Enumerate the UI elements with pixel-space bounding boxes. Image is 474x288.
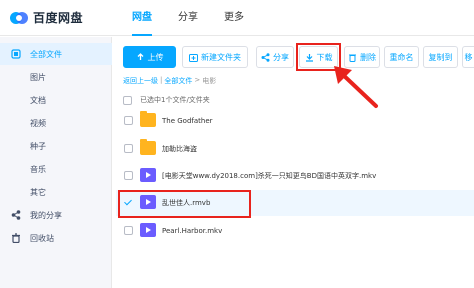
upload-icon — [136, 52, 145, 62]
download-button[interactable]: 下载 — [299, 46, 338, 68]
sidebar-item-label: 种子 — [30, 141, 46, 151]
breadcrumb-separator: | — [160, 76, 163, 84]
row-checkbox[interactable] — [124, 226, 133, 235]
top-header: 百度网盘 网盘 分享 更多 — [0, 0, 474, 36]
copy-to-button[interactable]: 复制到 — [423, 46, 458, 68]
file-row[interactable]: 乱世佳人.rmvb — [116, 190, 474, 216]
video-file-icon — [140, 168, 156, 182]
share-icon — [11, 210, 21, 220]
sidebar-item-label: 回收站 — [30, 233, 54, 243]
sidebar-item-label: 全部文件 — [30, 49, 62, 59]
sidebar-item-recycle-bin[interactable]: 回收站 — [0, 227, 112, 249]
new-folder-label: 新建文件夹 — [201, 52, 241, 62]
rename-label: 重命名 — [389, 52, 414, 62]
new-folder-icon — [189, 53, 198, 62]
share-icon — [261, 52, 270, 62]
file-row[interactable]: 加勒比海盗 — [116, 136, 474, 162]
upload-label: 上传 — [147, 52, 164, 62]
nav-tab-share[interactable]: 分享 — [178, 0, 198, 36]
sidebar-item-label: 其它 — [30, 187, 46, 197]
trash-icon — [11, 233, 21, 244]
file-row[interactable]: Pearl.Harbor.mkv — [116, 218, 474, 244]
top-nav: 网盘 分享 更多 — [132, 0, 244, 36]
file-name: Pearl.Harbor.mkv — [162, 227, 223, 235]
breadcrumb-current: 电影 — [202, 77, 217, 85]
move-to-label: 移 — [464, 52, 473, 62]
folder-icon — [140, 139, 156, 155]
share-label: 分享 — [273, 52, 289, 62]
sidebar-item-label: 文档 — [30, 95, 46, 105]
delete-label: 删除 — [360, 52, 376, 62]
sidebar-item-other[interactable]: 其它 — [0, 181, 112, 203]
sidebar-item-images[interactable]: 图片 — [0, 66, 112, 88]
new-folder-button[interactable]: 新建文件夹 — [182, 46, 248, 68]
breadcrumb-all-files-link[interactable]: 全部文件 — [164, 76, 192, 86]
share-button[interactable]: 分享 — [256, 46, 294, 68]
app-name: 百度网盘 — [33, 11, 84, 25]
row-checkbox[interactable] — [124, 198, 133, 207]
sidebar-item-label: 我的分享 — [30, 210, 62, 220]
file-name: 加勒比海盗 — [162, 145, 197, 153]
sidebar-item-my-shares[interactable]: 我的分享 — [0, 204, 112, 226]
row-checkbox[interactable] — [124, 144, 133, 153]
upload-button[interactable]: 上传 — [123, 46, 176, 68]
cloud-logo-icon — [9, 10, 29, 26]
file-row[interactable]: The Godfather — [116, 108, 474, 134]
rename-button[interactable]: 重命名 — [384, 46, 419, 68]
breadcrumb-arrow: > — [194, 76, 201, 84]
select-all-bar: 已选中1个文件/文件夹 — [123, 95, 210, 105]
file-row[interactable]: [电影天堂www.dy2018.com]杀死一只知更鸟BD国语中英双字.mkv — [116, 163, 474, 189]
sidebar-item-torrents[interactable]: 种子 — [0, 135, 112, 157]
delete-icon — [348, 53, 357, 62]
sidebar: 全部文件 图片 文档 视频 种子 音乐 其它 我的分享 回收站 — [0, 37, 112, 288]
nav-tab-more[interactable]: 更多 — [224, 0, 244, 36]
sidebar-item-docs[interactable]: 文档 — [0, 89, 112, 111]
row-checkbox[interactable] — [124, 116, 133, 125]
video-file-icon — [140, 195, 156, 209]
annotation-arrow-icon — [334, 66, 378, 108]
sidebar-item-label: 视频 — [30, 118, 46, 128]
files-icon — [11, 49, 21, 59]
sidebar-item-videos[interactable]: 视频 — [0, 112, 112, 134]
download-icon — [305, 53, 314, 62]
breadcrumb-back-link[interactable]: 返回上一级 — [123, 76, 158, 86]
row-checkbox[interactable] — [124, 171, 133, 180]
selection-status: 已选中1个文件/文件夹 — [140, 96, 210, 104]
download-label: 下载 — [316, 52, 333, 62]
breadcrumb: 返回上一级 | 全部文件 > 电影 — [123, 76, 216, 86]
nav-tab-netdisk[interactable]: 网盘 — [132, 0, 152, 36]
app-logo[interactable]: 百度网盘 — [9, 9, 83, 26]
video-file-icon — [140, 223, 156, 237]
select-all-checkbox[interactable] — [123, 95, 132, 105]
move-to-button[interactable]: 移 — [462, 46, 474, 68]
delete-button[interactable]: 删除 — [344, 46, 380, 68]
sidebar-item-label: 图片 — [30, 72, 46, 82]
copy-to-label: 复制到 — [428, 52, 453, 62]
sidebar-item-label: 音乐 — [30, 164, 46, 174]
file-name: The Godfather — [162, 117, 213, 125]
sidebar-item-all-files[interactable]: 全部文件 — [0, 43, 112, 65]
file-name: [电影天堂www.dy2018.com]杀死一只知更鸟BD国语中英双字.mkv — [162, 172, 377, 180]
file-name: 乱世佳人.rmvb — [162, 199, 211, 207]
folder-icon — [140, 111, 156, 127]
sidebar-item-music[interactable]: 音乐 — [0, 158, 112, 180]
